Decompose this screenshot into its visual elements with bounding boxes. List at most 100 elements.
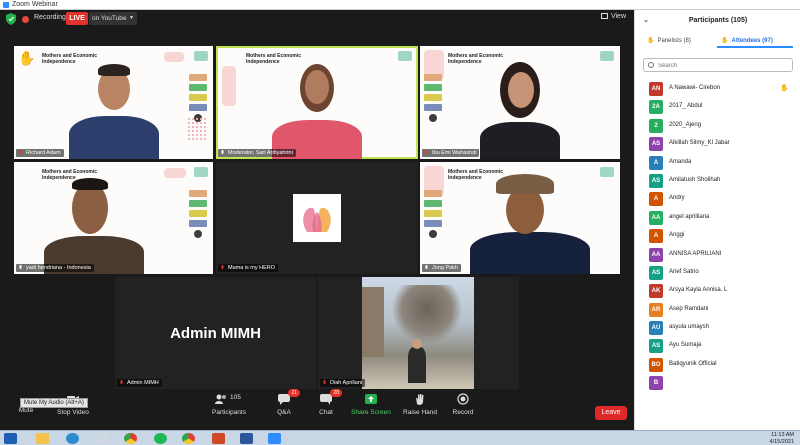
- stop-video-label: Stop Video: [57, 409, 89, 416]
- youtube-stream-button[interactable]: on YouTube ▼: [89, 12, 137, 25]
- chrome-icon[interactable]: [124, 433, 137, 444]
- avatar: AS: [649, 339, 663, 354]
- avatar: A: [649, 192, 663, 207]
- video-tile-3[interactable]: Mothers and Economic Independence Ibu Em…: [420, 46, 620, 159]
- raised-hand-icon: ✋: [18, 50, 36, 66]
- participant-row[interactable]: BO Batiqyunik Official: [635, 356, 800, 374]
- participant-row[interactable]: AN A Nawawi- Cirebon ✋: [635, 80, 800, 98]
- slide-title: Mothers and Economic Independence: [448, 53, 504, 65]
- participant-name: Anggi: [669, 232, 685, 239]
- mic-muted-icon: [120, 380, 123, 384]
- avatar: AR: [649, 302, 663, 317]
- participants-icon: [215, 394, 226, 404]
- participant-row[interactable]: AS Amilatush Sholihah: [635, 172, 800, 190]
- participant-name: Amilatush Sholihah: [669, 176, 721, 183]
- participant-row[interactable]: A Anggi: [635, 227, 800, 245]
- record-icon: [457, 393, 469, 405]
- avatar: BO: [649, 357, 663, 372]
- grid-view-icon: [600, 13, 608, 19]
- slide-title: Mothers and Economic Independence: [246, 53, 302, 65]
- share-screen-button[interactable]: Share Screen: [350, 393, 392, 416]
- zoom-taskbar-icon[interactable]: [268, 433, 281, 444]
- participants-label: Participants: [212, 409, 246, 416]
- video-tile-6[interactable]: Mothers and Economic Independence Jong P…: [420, 162, 620, 274]
- mic-icon: [425, 265, 428, 269]
- video-tile-4[interactable]: Mothers and Economic Independence yadi h…: [14, 162, 213, 274]
- spotify-icon[interactable]: [154, 433, 167, 444]
- word-icon[interactable]: [240, 433, 253, 444]
- participants-count: 105: [230, 394, 241, 401]
- sponsor-logos: [189, 190, 209, 254]
- powerpoint-icon[interactable]: [212, 433, 225, 444]
- tab-attendees[interactable]: ✋ Attendees (97): [717, 34, 793, 48]
- view-button[interactable]: View: [600, 13, 626, 20]
- participant-row[interactable]: AS Arief Satrio: [635, 264, 800, 282]
- participant-name: Batiqyunik Official: [669, 360, 717, 367]
- participant-row[interactable]: AA angel aprilliana: [635, 209, 800, 227]
- chrome-icon[interactable]: [182, 433, 195, 444]
- hand-icon: ✋: [721, 38, 729, 44]
- internet-explorer-icon[interactable]: [66, 433, 79, 444]
- participants-button[interactable]: 105 Participants: [208, 393, 250, 416]
- video-tile-1[interactable]: ✋ Mothers and Economic Independence Rich…: [14, 46, 213, 159]
- participant-row[interactable]: 2 2020_Ajeng: [635, 117, 800, 135]
- zoom-webinar-window: Zoom Webinar Recording LIVE on YouTube ▼ …: [0, 0, 800, 445]
- mute-button[interactable]: Mute: [6, 407, 46, 414]
- participant-row[interactable]: AS Alkillah Silmy_Kl Jabar: [635, 135, 800, 153]
- mute-label: Mute: [18, 407, 34, 414]
- video-tile-7[interactable]: Admin MIMH Admin MIMH: [115, 277, 316, 389]
- leave-button[interactable]: Leave: [595, 406, 627, 420]
- mic-icon: [221, 150, 224, 154]
- participant-row[interactable]: A Andry: [635, 190, 800, 208]
- participant-row[interactable]: AK Arsya Kayla Annisa. L: [635, 282, 800, 300]
- start-button[interactable]: [4, 433, 17, 444]
- raise-hand-button[interactable]: Raise Hand: [400, 393, 440, 416]
- mute-tooltip: Mute My Audio (Alt+A): [20, 398, 88, 408]
- avatar: B: [649, 376, 663, 391]
- record-button[interactable]: Record: [448, 393, 478, 416]
- participant-row[interactable]: AS Ayu Sumaja: [635, 337, 800, 355]
- search-icon: [648, 62, 654, 68]
- avatar: A: [649, 229, 663, 244]
- shield-icon[interactable]: [6, 13, 16, 25]
- avatar: 2: [649, 118, 663, 133]
- collapse-chevron-icon[interactable]: ⌄: [643, 14, 649, 28]
- raised-hand-icon: ✋: [780, 85, 789, 92]
- avatar: A: [649, 155, 663, 170]
- qa-button[interactable]: 21 Q&A: [270, 389, 300, 416]
- video-tile-8[interactable]: Diah Apriliani: [318, 277, 519, 389]
- avatar: AS: [649, 173, 663, 188]
- chat-button[interactable]: 28 Chat: [312, 389, 342, 416]
- mic-muted-icon: [19, 150, 22, 154]
- clock-date: 4/15/2021: [769, 438, 794, 445]
- view-label: View: [610, 13, 626, 20]
- avatar: AN: [649, 82, 663, 96]
- video-tile-5[interactable]: Mama is my HERO: [216, 162, 418, 274]
- qa-badge: 21: [288, 389, 300, 397]
- tab-panelists[interactable]: ✋ Panelists (8): [643, 34, 715, 48]
- participant-name-label: Jong Pakh: [422, 264, 461, 272]
- video-tile-2[interactable]: Mothers and Economic Independence Modera…: [216, 46, 418, 159]
- participant-row[interactable]: AU asyula umaysh: [635, 319, 800, 337]
- participant-name-label: Diah Apriliani: [320, 379, 366, 387]
- participant-name: Arsya Kayla Annisa. L: [669, 287, 728, 294]
- participant-name: 2017_ Abdul: [669, 103, 703, 110]
- windows-taskbar: 11:13 AM 4/15/2021: [0, 430, 800, 445]
- participant-name: angel aprilliana: [669, 213, 710, 220]
- avatar: AK: [649, 284, 663, 299]
- sponsor-logos: [424, 74, 444, 138]
- participant-row[interactable]: B: [635, 374, 800, 392]
- participant-row[interactable]: AR Asep Ramdani: [635, 301, 800, 319]
- system-clock[interactable]: 11:13 AM 4/15/2021: [770, 432, 794, 445]
- participants-tabs: ✋ Panelists (8) ✋ Attendees (97): [643, 34, 793, 48]
- participants-search[interactable]: [643, 58, 793, 72]
- participant-name: 2020_Ajeng: [669, 121, 702, 128]
- taskbar-app-icon[interactable]: [96, 433, 109, 444]
- file-explorer-icon[interactable]: [36, 433, 49, 444]
- participant-row[interactable]: A Amanda: [635, 154, 800, 172]
- share-screen-icon: [365, 394, 377, 404]
- avatar: AS: [649, 265, 663, 280]
- participant-row[interactable]: AA ANNISA APRILIANI: [635, 246, 800, 264]
- search-input[interactable]: [658, 60, 788, 71]
- participant-row[interactable]: 2A 2017_ Abdul: [635, 98, 800, 116]
